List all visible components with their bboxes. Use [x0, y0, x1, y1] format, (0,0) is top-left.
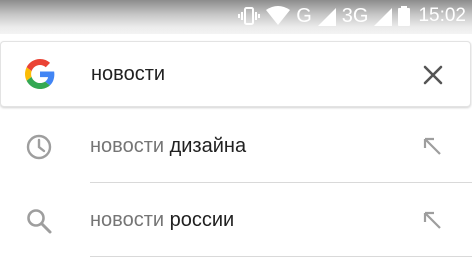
suggestion-text: новости дизайна: [90, 132, 246, 160]
network-type-label: G: [296, 5, 312, 27]
suggestion-prefix: новости: [90, 209, 165, 231]
close-icon[interactable]: [419, 61, 447, 89]
arrow-up-left-icon[interactable]: [421, 209, 443, 231]
suggestion-prefix: новости: [90, 135, 165, 157]
suggestion-item[interactable]: новости дизайна: [0, 109, 472, 183]
wifi-icon: [266, 6, 291, 25]
vibrate-icon: [238, 7, 261, 25]
signal-icon: [374, 8, 393, 26]
status-bar: G 3G 15:02: [0, 0, 472, 34]
status-clock: 15:02: [418, 5, 466, 26]
suggestion-text: новости россии: [90, 206, 234, 234]
arrow-up-left-icon[interactable]: [421, 135, 443, 157]
signal-icon: [317, 8, 336, 26]
history-clock-icon: [26, 134, 52, 160]
status-icons: G 3G 15:02: [232, 5, 466, 27]
search-input[interactable]: новости: [91, 60, 165, 88]
search-bar[interactable]: новости: [0, 41, 471, 107]
battery-icon: [398, 6, 411, 26]
divider: [90, 256, 472, 257]
network-type-label-secondary: 3G: [341, 5, 369, 27]
suggestion-suffix: россии: [169, 209, 235, 231]
google-logo: [25, 59, 55, 89]
search-icon: [27, 209, 52, 234]
suggestion-suffix: дизайна: [169, 135, 247, 157]
suggestion-item[interactable]: новости россии: [0, 183, 472, 257]
